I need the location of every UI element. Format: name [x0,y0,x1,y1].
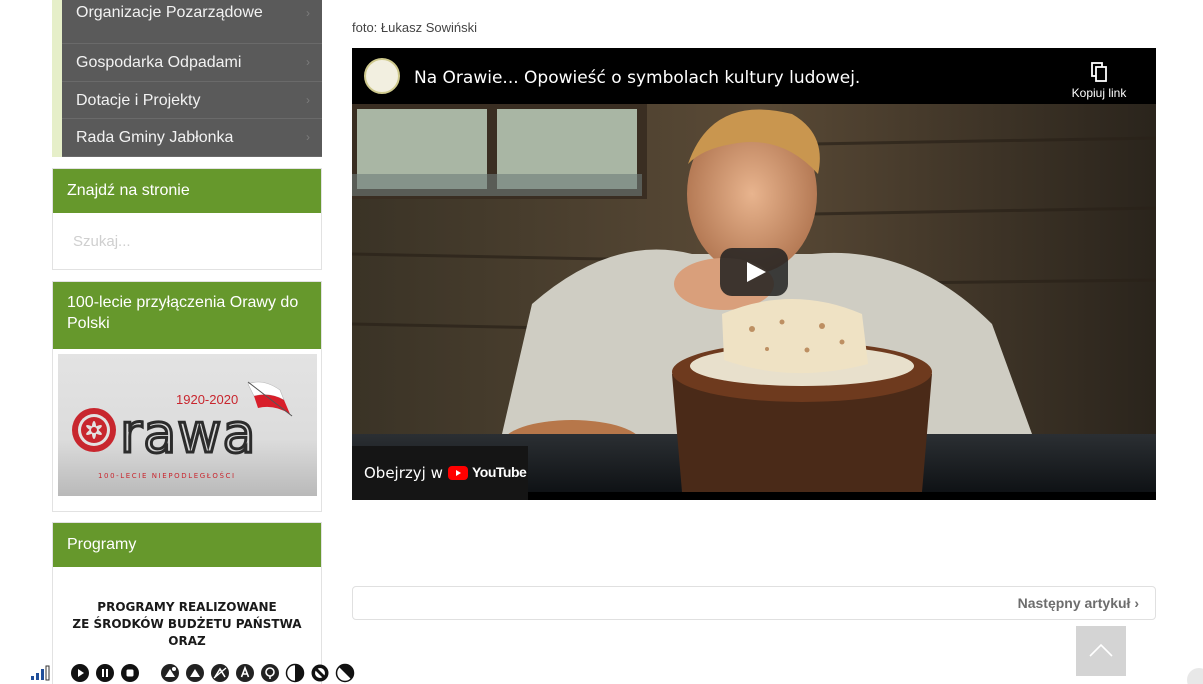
contrast-mode-3-icon[interactable] [210,663,230,683]
programs-line: ZE ŚRODKÓW BUDŻETU PAŃSTWA [72,617,302,631]
youtube-wordmark: YouTube [472,464,527,480]
menu-item-rada-gminy[interactable]: Rada Gminy Jabłonka › [62,119,322,157]
sidebar-menu: Organizacje Pozarządowe › Gospodarka Odpa… [52,0,322,157]
chevron-right-icon: › [306,92,310,107]
accessibility-toolbar [30,662,355,684]
grayscale-mode-icon[interactable] [310,663,330,683]
youtube-embed[interactable]: Na Orawie... Opowieść o symbolach kultur… [352,48,1156,500]
search-input[interactable] [53,213,321,269]
orawa-anniversary-widget: 100-lecie przyłączenia Orawy do Polski 1… [52,281,322,512]
menu-item-label: Dotacje i Projekty [76,91,201,109]
menu-item-gospodarka-odpadami[interactable]: Gospodarka Odpadami › [62,44,322,82]
contrast-mode-5-icon[interactable] [260,663,280,683]
half-contrast-icon[interactable] [285,663,305,683]
programs-widget-title: Programy [53,523,321,567]
orawa-widget-title: 100-lecie przyłączenia Orawy do Polski [53,282,321,349]
orawa-banner-image[interactable]: 1920-2020 rawa 100-LECIE NIEPODLEGŁOŚCI [58,354,317,496]
search-widget: Znajdź na stronie [52,168,322,270]
youtube-logo: YouTube [448,463,527,483]
play-button[interactable] [720,248,788,296]
programs-line: ORAZ [168,634,206,648]
menu-item-label: Rada Gminy Jabłonka [76,129,234,146]
copy-link-button[interactable]: Kopiuj link [1064,62,1134,100]
pause-animation-icon[interactable] [95,663,115,683]
programs-text[interactable]: PROGRAMY REALIZOWANE ZE ŚRODKÓW BUDŻETU … [53,599,321,650]
contrast-mode-1-icon[interactable] [160,663,180,683]
video-title[interactable]: Na Orawie... Opowieść o symbolach kultur… [414,68,860,88]
programs-widget: Programy PROGRAMY REALIZOWANE ZE ŚRODKÓW… [52,522,322,684]
programs-line: PROGRAMY REALIZOWANE [97,600,277,614]
next-article-label: Następny artykuł [1017,595,1131,611]
orawa-wordmark: rawa [120,402,257,465]
article-navigation: Następny artykuł › [352,586,1156,620]
chevron-right-icon: › [306,6,310,20]
play-animation-icon[interactable] [70,663,90,683]
copy-icon [1091,62,1107,82]
photo-credit: foto: Łukasz Sowiński [352,20,478,35]
channel-avatar[interactable] [364,58,400,94]
menu-item-label: Organizacje Pozarządowe [76,4,263,21]
search-widget-title: Znajdź na stronie [53,169,321,213]
menu-item-dotacje[interactable]: Dotacje i Projekty › [62,82,322,119]
contrast-mode-2-icon[interactable] [185,663,205,683]
chevron-right-icon: › [1134,595,1139,611]
watch-on-youtube[interactable]: Obejrzyj w YouTube [352,446,528,500]
contrast-mode-4-icon[interactable] [235,663,255,683]
scroll-to-top-button[interactable] [1076,626,1126,676]
video-header: Na Orawie... Opowieść o symbolach kultur… [352,48,1156,104]
menu-item-label: Gospodarka Odpadami [76,54,242,71]
chevron-right-icon: › [306,130,310,144]
chevron-up-icon [1089,643,1113,657]
next-article-link[interactable]: Następny artykuł › [1018,595,1139,611]
invert-colors-icon[interactable] [335,663,355,683]
side-widget-tab[interactable] [1187,668,1203,684]
font-size-bars-icon[interactable] [30,663,50,683]
sidebar: Organizacje Pozarządowe › Gospodarka Odpa… [52,0,322,684]
chevron-right-icon: › [306,55,310,69]
watch-on-label: Obejrzyj w [364,464,443,482]
youtube-play-icon [448,466,468,480]
svg-text:100-LECIE NIEPODLEGŁOŚCI: 100-LECIE NIEPODLEGŁOŚCI [98,471,236,480]
orawa-logo: 1920-2020 rawa 100-LECIE NIEPODLEGŁOŚCI [72,381,293,480]
menu-item-organizacje[interactable]: Organizacje Pozarządowe › [62,0,322,44]
stop-animation-icon[interactable] [120,663,140,683]
copy-link-label: Kopiuj link [1071,86,1127,100]
video-thumbnail [352,104,1156,492]
